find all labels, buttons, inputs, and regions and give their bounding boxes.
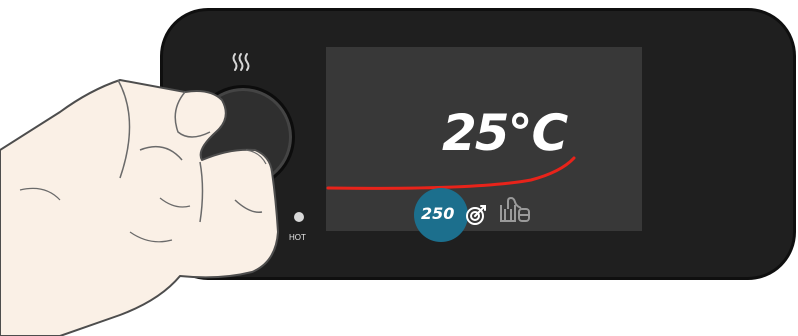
hand-illustration bbox=[0, 79, 279, 336]
